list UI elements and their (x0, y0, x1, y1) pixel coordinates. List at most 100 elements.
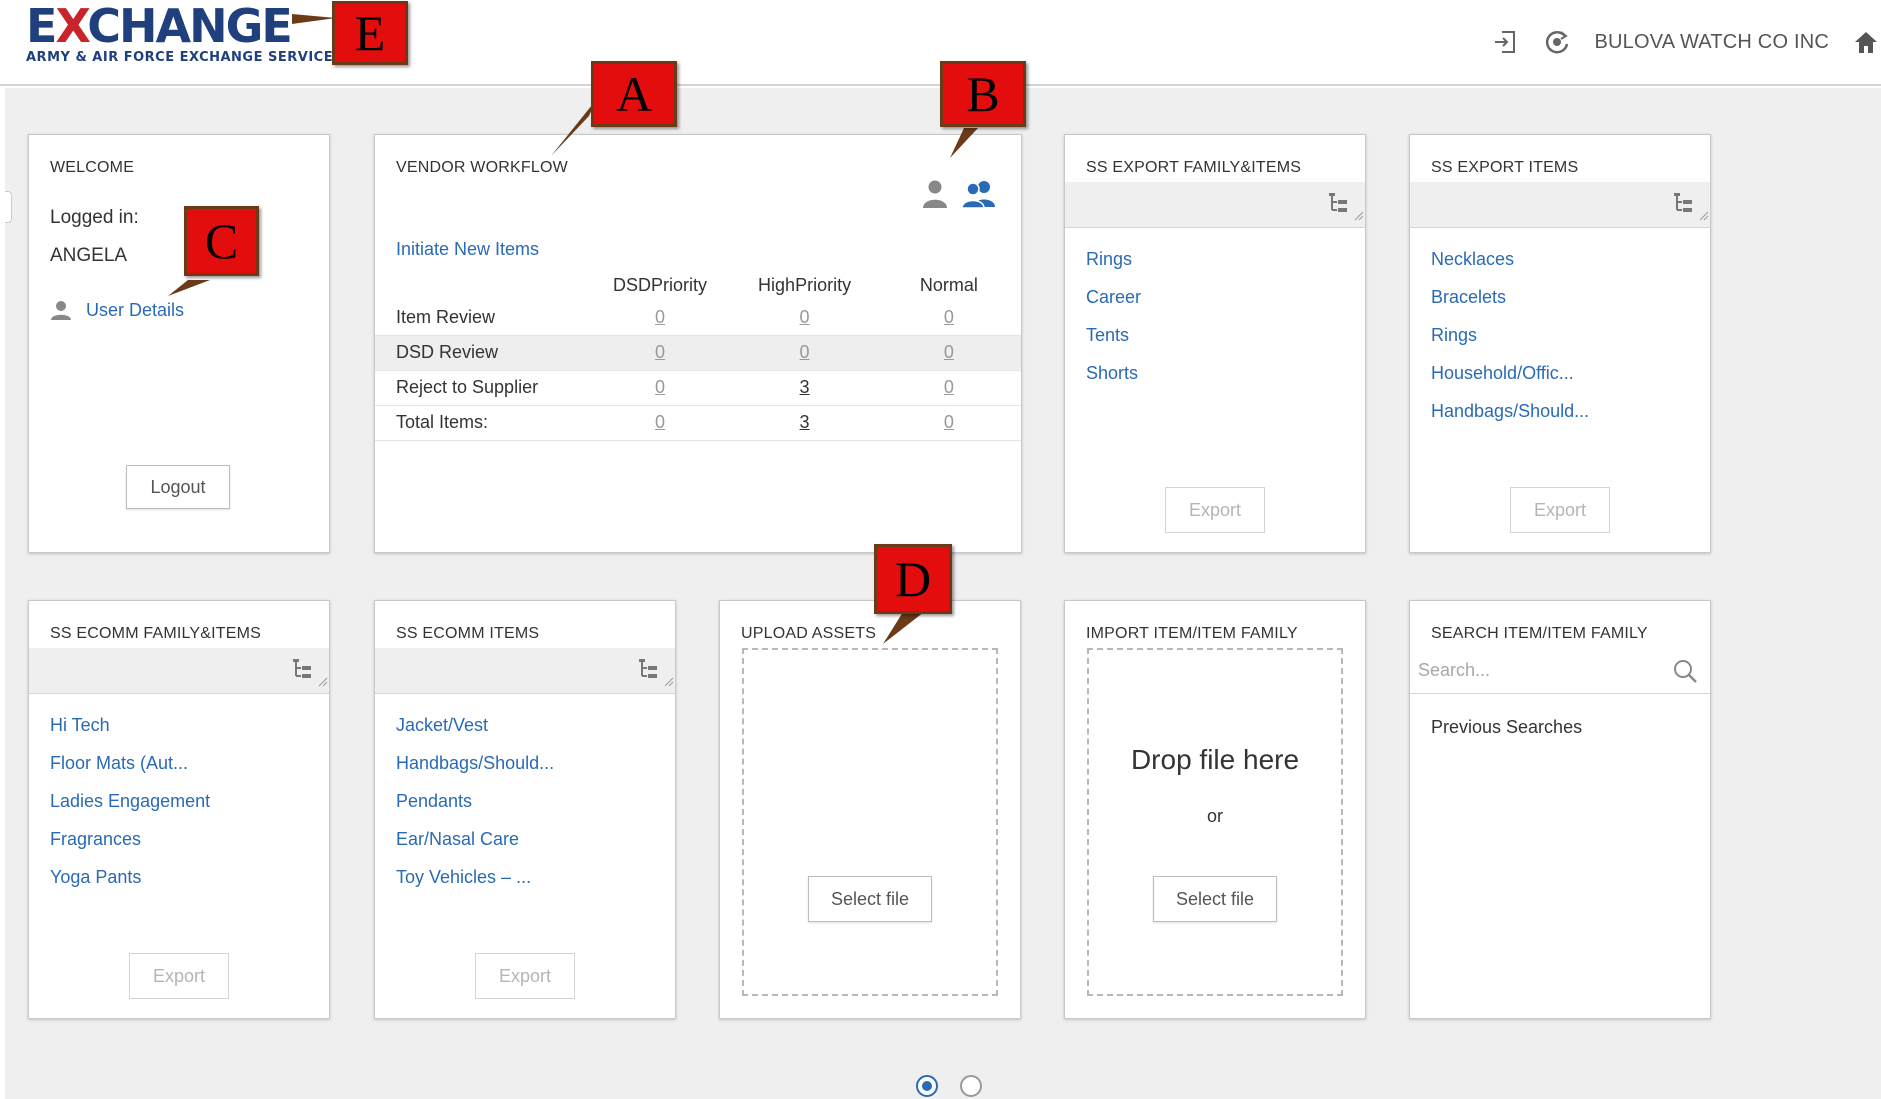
home-icon[interactable] (1851, 27, 1881, 57)
tree-icon[interactable] (1672, 192, 1696, 219)
logout-icon[interactable] (1490, 27, 1520, 57)
table-row: Item Review 0 0 0 (375, 300, 1021, 336)
count-link[interactable]: 0 (876, 300, 1021, 336)
pager-dot-active[interactable] (916, 1075, 938, 1097)
tree-icon[interactable] (1327, 192, 1351, 219)
count-link[interactable]: 0 (876, 405, 1021, 441)
search-input[interactable] (1418, 656, 1658, 684)
export-button[interactable]: Export (129, 953, 229, 999)
list-item[interactable]: Fragrances (50, 827, 210, 865)
user-icon (50, 299, 72, 321)
family-list: Rings Career Tents Shorts (1086, 247, 1141, 399)
logged-in-label: Logged in: (50, 207, 139, 228)
logo-tagline: ARMY & AIR FORCE EXCHANGE SERVICE (26, 50, 334, 65)
list-item[interactable]: Ear/Nasal Care (396, 827, 554, 865)
tree-icon[interactable] (291, 658, 315, 685)
exchange-logo[interactable]: EXCHANGE ARMY & AIR FORCE EXCHANGE SERVI… (26, 0, 333, 65)
initiate-new-items-link[interactable]: Initiate New Items (396, 239, 539, 260)
resize-handle-icon[interactable] (1699, 208, 1709, 226)
row-label: DSD Review (375, 335, 588, 371)
row-label: Item Review (375, 300, 588, 336)
list-item[interactable]: Career (1086, 285, 1141, 323)
card-title: SS EXPORT FAMILY&ITEMS (1086, 159, 1302, 176)
single-user-icon[interactable] (921, 179, 949, 209)
resize-handle-icon[interactable] (1354, 208, 1364, 226)
callout-e: E (332, 1, 408, 65)
count-link[interactable]: 0 (587, 335, 733, 371)
select-file-button[interactable]: Select file (1153, 876, 1277, 922)
count-link[interactable]: 0 (732, 300, 877, 336)
count-link[interactable]: 0 (587, 405, 733, 441)
search-bar (1410, 648, 1710, 694)
card-title: VENDOR WORKFLOW (396, 159, 568, 176)
table-row: Total Items: 0 3 0 (375, 405, 1021, 441)
user-details-link[interactable]: User Details (50, 299, 184, 321)
count-link[interactable]: 3 (732, 405, 877, 441)
resize-handle-icon[interactable] (318, 674, 328, 692)
resize-handle-icon[interactable] (664, 674, 674, 692)
list-item[interactable]: Bracelets (1431, 285, 1589, 323)
card-title: SEARCH ITEM/ITEM FAMILY (1431, 625, 1648, 642)
list-item[interactable]: Ladies Engagement (50, 789, 210, 827)
callout-a: A (591, 61, 677, 127)
tree-icon[interactable] (637, 658, 661, 685)
search-icon[interactable] (1672, 658, 1698, 684)
count-link[interactable]: 0 (876, 370, 1021, 406)
list-item[interactable]: Necklaces (1431, 247, 1589, 285)
welcome-card: WELCOME Logged in: ANGELA User Details L… (28, 134, 330, 553)
card-title: SS ECOMM FAMILY&ITEMS (50, 625, 262, 642)
count-link[interactable]: 0 (587, 300, 733, 336)
list-item[interactable]: Hi Tech (50, 713, 210, 751)
count-link[interactable]: 0 (732, 335, 877, 371)
import-dropzone[interactable]: Drop file here or Select file (1087, 648, 1343, 996)
list-item[interactable]: Toy Vehicles – ... (396, 865, 554, 903)
ss-ecomm-items-card: SS ECOMM ITEMS Jacket/Vest Handbags/Shou… (374, 600, 676, 1019)
upload-assets-card: UPLOAD ASSETS Select file (719, 600, 1021, 1019)
pager-dot[interactable] (960, 1075, 982, 1097)
callout-b: B (940, 61, 1026, 127)
card-title: SS EXPORT ITEMS (1431, 159, 1579, 176)
list-item[interactable]: Yoga Pants (50, 865, 210, 903)
card-title: SS ECOMM ITEMS (396, 625, 540, 642)
search-item-card: SEARCH ITEM/ITEM FAMILY Previous Searche… (1409, 600, 1711, 1019)
or-text: or (1206, 806, 1223, 826)
upload-dropzone[interactable]: Select file (742, 648, 998, 996)
import-item-card: IMPORT ITEM/ITEM FAMILY Drop file here o… (1064, 600, 1366, 1019)
company-name: BULOVA WATCH CO INC (1594, 30, 1829, 53)
column-header: DSDPriority (613, 274, 708, 295)
logout-button[interactable]: Logout (126, 465, 230, 509)
count-link[interactable]: 0 (587, 370, 733, 406)
list-item[interactable]: Rings (1086, 247, 1141, 285)
card-title: IMPORT ITEM/ITEM FAMILY (1086, 625, 1298, 642)
side-drawer-handle[interactable] (5, 191, 12, 223)
tree-toolbar (29, 648, 329, 694)
column-header: Normal (919, 274, 978, 295)
card-title: WELCOME (50, 159, 135, 176)
export-button[interactable]: Export (475, 953, 575, 999)
card-title: UPLOAD ASSETS (741, 625, 877, 642)
ss-ecomm-family-card: SS ECOMM FAMILY&ITEMS Hi Tech Floor Mats… (28, 600, 330, 1019)
list-item[interactable]: Handbags/Should... (1431, 399, 1589, 437)
export-button[interactable]: Export (1510, 487, 1610, 533)
refresh-icon[interactable] (1542, 27, 1572, 57)
list-item[interactable]: Pendants (396, 789, 554, 827)
workflow-table: DSDPriority HighPriority Normal Item Rev… (375, 270, 1021, 441)
count-link[interactable]: 0 (876, 335, 1021, 371)
callout-d: D (874, 544, 952, 614)
list-item[interactable]: Rings (1431, 323, 1589, 361)
header-actions: BULOVA WATCH CO INC (1490, 24, 1881, 60)
ss-export-family-card: SS EXPORT FAMILY&ITEMS Rings Career Tent… (1064, 134, 1366, 553)
list-item[interactable]: Tents (1086, 323, 1141, 361)
row-label: Reject to Supplier (375, 370, 588, 406)
count-link[interactable]: 3 (732, 370, 877, 406)
export-button[interactable]: Export (1165, 487, 1265, 533)
select-file-button[interactable]: Select file (808, 876, 932, 922)
list-item[interactable]: Floor Mats (Aut... (50, 751, 210, 789)
list-item[interactable]: Household/Offic... (1431, 361, 1589, 399)
list-item[interactable]: Handbags/Should... (396, 751, 554, 789)
users-icon[interactable] (961, 179, 997, 209)
list-item[interactable]: Shorts (1086, 361, 1141, 399)
table-row: Reject to Supplier 0 3 0 (375, 370, 1021, 406)
list-item[interactable]: Jacket/Vest (396, 713, 554, 751)
item-list: Necklaces Bracelets Rings Household/Offi… (1431, 247, 1589, 437)
